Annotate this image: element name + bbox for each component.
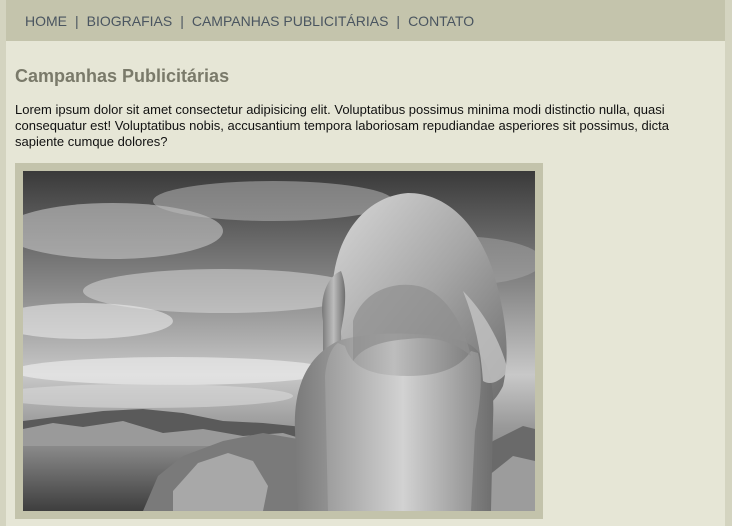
campaign-photo: [23, 171, 535, 511]
nav-link-contato[interactable]: CONTATO: [408, 13, 474, 29]
nav-separator: |: [75, 12, 79, 29]
page-title: Campanhas Publicitárias: [15, 66, 230, 86]
nav-link-biografias[interactable]: BIOGRAFIAS: [87, 13, 173, 29]
page: HOME | BIOGRAFIAS | CAMPANHAS PUBLICITÁR…: [6, 0, 725, 526]
main-content: Campanhas Publicitárias Lorem ipsum dolo…: [6, 66, 725, 519]
nav-link-home[interactable]: HOME: [25, 13, 67, 29]
nav-link-campanhas-publicitarias[interactable]: CAMPANHAS PUBLICITÁRIAS: [192, 13, 389, 29]
nav-separator: |: [180, 12, 184, 29]
top-navigation: HOME | BIOGRAFIAS | CAMPANHAS PUBLICITÁR…: [6, 0, 725, 41]
campaign-photo-frame: [15, 163, 543, 519]
intro-paragraph: Lorem ipsum dolor sit amet consectetur a…: [15, 102, 669, 149]
nav-separator: |: [396, 12, 401, 29]
